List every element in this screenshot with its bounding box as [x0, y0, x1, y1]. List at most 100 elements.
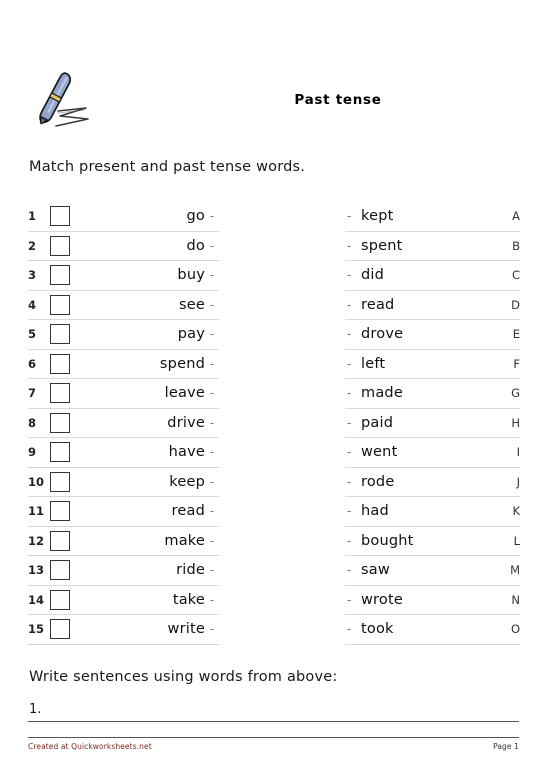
- dash-marker: -: [209, 327, 215, 342]
- present-tense-row: 6 spend -: [28, 350, 219, 379]
- item-letter: G: [511, 386, 520, 401]
- present-tense-row: 13 ride -: [28, 556, 219, 586]
- column-gap: [219, 232, 345, 262]
- dash-marker: -: [347, 504, 352, 519]
- present-tense-word: make: [164, 532, 205, 549]
- present-tense-row: 1 go -: [28, 202, 219, 232]
- dash-marker: -: [209, 209, 215, 224]
- match-row: 7 leave - - made G: [28, 379, 520, 409]
- answer-checkbox[interactable]: [50, 412, 70, 433]
- match-row: 15 write - - took O: [28, 615, 520, 645]
- column-gap: [219, 379, 345, 409]
- present-tense-word: keep: [169, 473, 205, 490]
- answer-checkbox[interactable]: [50, 235, 70, 256]
- past-tense-row: - made G: [345, 379, 520, 409]
- past-tense-row: - did C: [345, 261, 520, 291]
- answer-checkbox[interactable]: [50, 383, 70, 404]
- present-tense-word: do: [186, 237, 205, 254]
- item-number: 4: [28, 297, 37, 312]
- item-number: 6: [28, 356, 37, 371]
- answer-checkbox[interactable]: [50, 353, 70, 374]
- item-number: 11: [28, 504, 45, 519]
- dash-marker: -: [347, 474, 352, 489]
- match-row: 11 read - - had K: [28, 497, 520, 527]
- dash-marker: -: [347, 386, 352, 401]
- instruction-text: Match present and past tense words.: [29, 159, 306, 175]
- answer-checkbox[interactable]: [50, 471, 70, 492]
- worksheet-header: Past tense: [28, 62, 520, 142]
- answer-checkbox[interactable]: [50, 442, 70, 463]
- item-letter: F: [513, 356, 520, 371]
- column-gap: [219, 261, 345, 291]
- item-letter: I: [516, 445, 520, 460]
- answer-checkbox[interactable]: [50, 530, 70, 551]
- past-tense-word: kept: [361, 208, 394, 225]
- past-tense-word: wrote: [361, 591, 403, 608]
- dash-marker: -: [347, 563, 352, 578]
- past-tense-word: saw: [361, 562, 390, 579]
- present-tense-word: drive: [167, 414, 205, 431]
- page-title: Past tense: [294, 92, 382, 108]
- column-gap: [219, 468, 345, 498]
- dash-marker: -: [347, 327, 352, 342]
- answer-checkbox[interactable]: [50, 560, 70, 581]
- item-number: 8: [28, 415, 37, 430]
- answer-number: 1.: [29, 702, 42, 717]
- past-tense-row: - drove E: [345, 320, 520, 350]
- item-letter: K: [512, 504, 520, 519]
- past-tense-row: - spent B: [345, 232, 520, 261]
- item-letter: H: [511, 415, 520, 430]
- past-tense-row: - rode J: [345, 468, 520, 497]
- column-gap: [219, 409, 345, 439]
- present-tense-word: go: [186, 208, 205, 225]
- dash-marker: -: [347, 268, 352, 283]
- present-tense-row: 3 buy -: [28, 261, 219, 291]
- answer-line-1[interactable]: 1.: [28, 700, 519, 722]
- column-gap: [219, 438, 345, 468]
- pen-writing-icon: [28, 66, 100, 138]
- past-tense-row: - wrote N: [345, 586, 520, 615]
- footer-credit: Created at Quickworksheets.net: [28, 742, 152, 751]
- dash-marker: -: [347, 415, 352, 430]
- present-tense-row: 5 pay -: [28, 320, 219, 350]
- dash-marker: -: [209, 268, 215, 283]
- dash-marker: -: [209, 563, 215, 578]
- past-tense-word: made: [361, 385, 403, 402]
- past-tense-word: took: [361, 621, 394, 638]
- column-gap: [219, 527, 345, 557]
- past-tense-row: - had K: [345, 497, 520, 527]
- item-number: 10: [28, 474, 45, 489]
- item-letter: N: [511, 592, 520, 607]
- item-number: 9: [28, 445, 37, 460]
- item-letter: E: [512, 327, 520, 342]
- matching-exercise: 1 go - - kept A 2 do - - spent B 3 buy - - did C 4 see - - rea…: [28, 202, 520, 645]
- match-row: 12 make - - bought L: [28, 527, 520, 557]
- past-tense-row: - bought L: [345, 527, 520, 556]
- match-row: 9 have - - went I: [28, 438, 520, 468]
- match-row: 5 pay - - drove E: [28, 320, 520, 350]
- dash-marker: -: [347, 238, 352, 253]
- item-letter: C: [511, 268, 520, 283]
- answer-checkbox[interactable]: [50, 501, 70, 522]
- dash-marker: -: [347, 622, 352, 637]
- present-tense-word: buy: [177, 267, 205, 284]
- answer-checkbox[interactable]: [50, 589, 70, 610]
- answer-checkbox[interactable]: [50, 294, 70, 315]
- answer-checkbox[interactable]: [50, 324, 70, 345]
- column-gap: [219, 291, 345, 321]
- present-tense-row: 7 leave -: [28, 379, 219, 409]
- present-tense-word: write: [167, 621, 205, 638]
- answer-checkbox[interactable]: [50, 619, 70, 640]
- item-number: 3: [28, 268, 37, 283]
- answer-checkbox[interactable]: [50, 265, 70, 286]
- dash-marker: -: [209, 386, 215, 401]
- present-tense-row: 15 write -: [28, 615, 219, 645]
- match-row: 1 go - - kept A: [28, 202, 520, 232]
- dash-marker: -: [209, 238, 215, 253]
- dash-marker: -: [347, 356, 352, 371]
- past-tense-row: - went I: [345, 438, 520, 468]
- answer-checkbox[interactable]: [50, 206, 70, 227]
- past-tense-word: left: [361, 355, 386, 372]
- past-tense-word: read: [361, 296, 395, 313]
- item-number: 2: [28, 238, 37, 253]
